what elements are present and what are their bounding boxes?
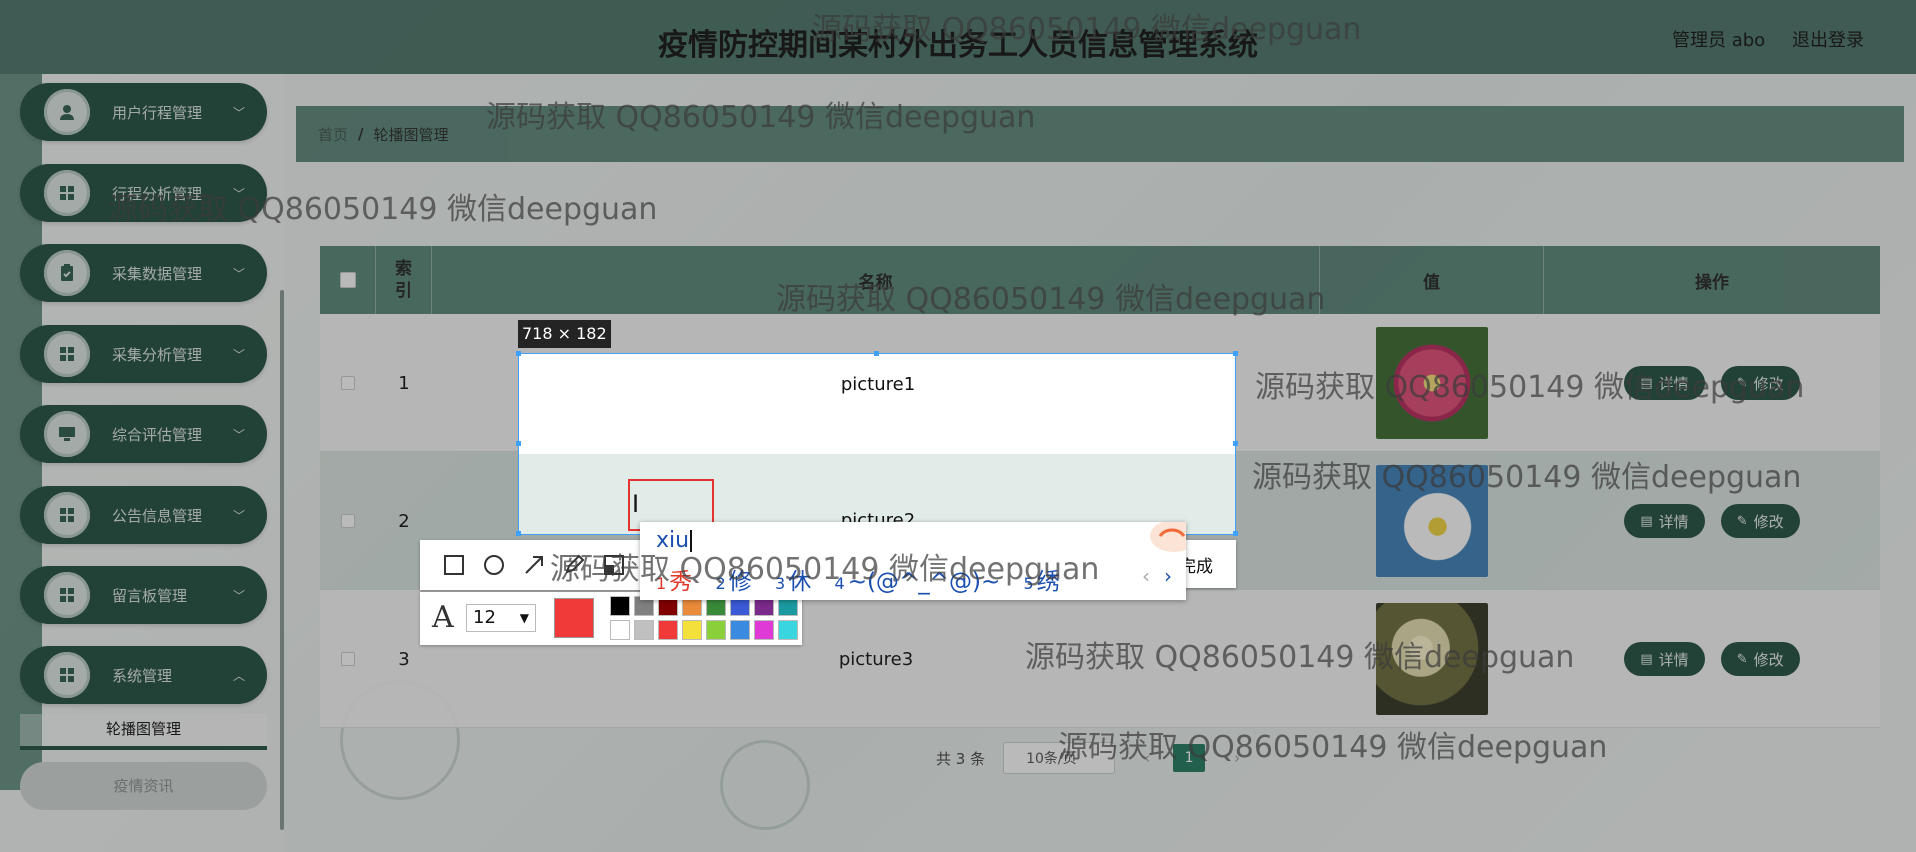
mosaic-tool-icon[interactable] (594, 547, 634, 583)
rectangle-tool-icon[interactable] (434, 547, 474, 583)
font-size-select[interactable]: 12 ▼ (466, 604, 536, 632)
color-swatch[interactable] (730, 620, 750, 640)
ime-candidate-text: 秀 (669, 569, 693, 595)
ime-candidate[interactable]: 2修 (716, 569, 752, 595)
font-size-value: 12 (473, 607, 496, 628)
caret-down-icon: ▼ (519, 611, 529, 625)
color-swatch[interactable] (658, 620, 678, 640)
resize-handle[interactable] (1233, 351, 1238, 356)
ime-candidate-number: 2 (715, 574, 726, 593)
pen-tool-icon[interactable] (554, 547, 594, 583)
color-swatch[interactable] (610, 620, 630, 640)
ime-candidate-text: 绣 (1036, 569, 1060, 595)
capture-row (519, 354, 1235, 454)
color-swatch[interactable] (634, 620, 654, 640)
ime-candidate-text: ~(@^_^@)~ (847, 569, 1001, 595)
capture-row-text: picture1 (840, 374, 916, 395)
color-swatch[interactable] (754, 620, 774, 640)
text-cursor-icon: I (632, 490, 640, 518)
current-color-swatch[interactable] (554, 598, 594, 638)
color-swatch[interactable] (610, 596, 630, 616)
arrow-tool-icon[interactable] (514, 547, 554, 583)
ime-candidate-number: 1 (656, 574, 667, 593)
ime-candidate-text: 休 (788, 569, 812, 595)
ime-candidate[interactable]: 1秀 (656, 569, 692, 595)
ime-logo-icon (1130, 522, 1186, 562)
ime-composition-text: xiu (656, 528, 690, 553)
resize-handle[interactable] (1233, 441, 1238, 446)
ime-caret (690, 530, 693, 552)
ime-candidate-window: xiu 1秀 2修 3休 4 ~(@^_^@)~ 5绣 ‹ › (640, 522, 1186, 600)
capture-region[interactable]: picture1 picture2 (518, 353, 1236, 535)
font-icon: A (432, 600, 454, 635)
resize-handle[interactable] (516, 351, 521, 356)
ime-next-page-icon[interactable]: › (1164, 564, 1172, 588)
ime-candidate-list: 1秀 2修 3休 4 ~(@^_^@)~ 5绣 (656, 562, 1076, 596)
resize-handle[interactable] (516, 531, 521, 536)
ime-candidate[interactable]: 3休 (775, 569, 811, 595)
resize-handle[interactable] (874, 351, 879, 356)
color-swatch[interactable] (682, 620, 702, 640)
ime-prev-page-icon[interactable]: ‹ (1142, 564, 1150, 588)
ime-composition: xiu (656, 528, 693, 553)
resize-handle[interactable] (1233, 531, 1238, 536)
resize-handle[interactable] (516, 441, 521, 446)
ime-candidate-number: 4 (834, 574, 845, 593)
color-swatch[interactable] (706, 620, 726, 640)
ime-candidate-number: 5 (1023, 574, 1034, 593)
ime-candidate-number: 3 (775, 574, 786, 593)
capture-size-label: 718 × 182 (518, 320, 611, 348)
ime-candidate-text: 修 (728, 569, 752, 595)
ime-candidate[interactable]: 4 ~(@^_^@)~ (835, 569, 1001, 595)
ime-candidate[interactable]: 5绣 (1024, 569, 1060, 595)
ellipse-tool-icon[interactable] (474, 547, 514, 583)
color-swatch[interactable] (778, 620, 798, 640)
